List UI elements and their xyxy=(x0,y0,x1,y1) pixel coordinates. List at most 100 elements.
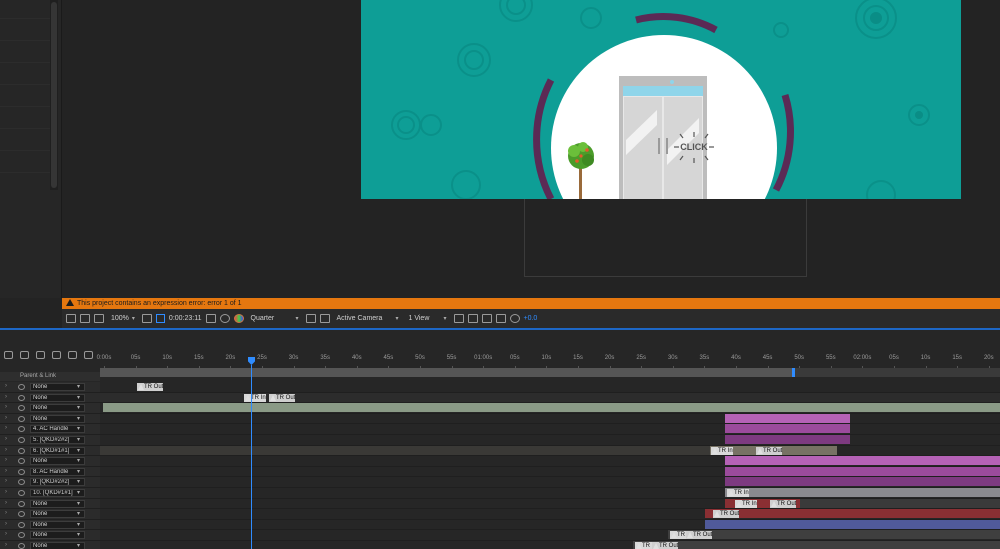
reset-exposure-icon[interactable] xyxy=(509,314,520,323)
work-area-range[interactable] xyxy=(100,368,795,377)
show-snapshot-icon[interactable] xyxy=(219,314,230,323)
layer-row[interactable]: › None ▾ xyxy=(0,413,1000,425)
layer-row[interactable]: TR Out › None ▾ xyxy=(0,382,1000,393)
layer-duration-bar[interactable] xyxy=(725,456,1000,466)
flowchart-icon[interactable] xyxy=(495,314,506,323)
marker-tr-out[interactable]: TR Out xyxy=(770,499,797,508)
twirl-icon[interactable]: › xyxy=(5,394,7,400)
visibility-eye-icon[interactable] xyxy=(18,437,25,443)
twirl-icon[interactable]: › xyxy=(5,436,7,442)
transparency-grid-icon[interactable] xyxy=(319,314,330,323)
resolution-dropdown[interactable]: Quarter ▾ xyxy=(248,312,302,325)
search-layer-icon[interactable] xyxy=(4,351,13,359)
layer-row[interactable]: › None ▾ xyxy=(0,403,1000,414)
work-area-end-handle[interactable] xyxy=(792,368,795,377)
fit-frame-icon[interactable] xyxy=(141,314,152,323)
layer-duration-bar[interactable] xyxy=(705,509,1000,519)
view-layout-dropdown[interactable]: 1 View ▾ xyxy=(406,312,450,325)
twirl-icon[interactable]: › xyxy=(5,521,7,527)
marker-tr-in[interactable]: TR In xyxy=(735,499,757,508)
marker-tr-out[interactable]: TR Out xyxy=(686,531,713,540)
work-area-bar[interactable] xyxy=(100,368,1000,377)
layer-row[interactable]: TR Out › None ▾ xyxy=(0,509,1000,520)
visibility-eye-icon[interactable] xyxy=(18,447,25,454)
layer-duration-bar[interactable] xyxy=(668,530,1000,540)
visibility-eye-icon[interactable] xyxy=(18,500,25,507)
composition-viewer[interactable]: CLICK xyxy=(62,0,1000,298)
visibility-eye-icon[interactable] xyxy=(18,479,25,486)
twirl-icon[interactable]: › xyxy=(5,542,7,548)
layer-row[interactable]: TR In › 10. [QKD#1#1] ▾ xyxy=(0,488,1000,499)
marker-tr-out[interactable]: TR Out xyxy=(713,510,740,519)
marker-tr-in[interactable]: TR In xyxy=(244,393,266,402)
visibility-eye-icon[interactable] xyxy=(18,521,25,528)
marker-tr-in[interactable]: TR In xyxy=(711,446,733,455)
twirl-icon[interactable]: › xyxy=(5,404,7,410)
layer-duration-bar[interactable] xyxy=(725,477,1000,487)
layer-row[interactable]: › None ▾ xyxy=(0,456,1000,467)
exposure-value[interactable]: +0.0 xyxy=(524,315,538,322)
layer-row[interactable]: › None ▾ xyxy=(0,519,1000,531)
visibility-eye-icon[interactable] xyxy=(18,426,25,433)
snapshot-camera-icon[interactable] xyxy=(205,314,216,323)
marker-tr-out[interactable]: TR Out xyxy=(137,383,164,391)
marker-tr-out[interactable]: TR Out xyxy=(756,446,783,455)
frame-blending-icon[interactable] xyxy=(68,351,77,359)
visibility-eye-icon[interactable] xyxy=(18,415,25,422)
toggle-pixel-aspect-icon[interactable] xyxy=(453,314,464,323)
layer-row[interactable]: › 9. [QKD#2#2] ▾ xyxy=(0,477,1000,488)
visibility-eye-icon[interactable] xyxy=(18,543,25,549)
marker-tr-in[interactable]: TR In xyxy=(727,489,749,497)
layer-row[interactable]: › 8. AC Handle ▾ xyxy=(0,466,1000,478)
graph-editor-icon[interactable] xyxy=(84,351,93,359)
layer-duration-bar[interactable] xyxy=(725,435,850,444)
layer-row[interactable]: › 5. [QKD#2#2] ▾ xyxy=(0,435,1000,446)
layer-duration-bar[interactable] xyxy=(800,498,1000,508)
visibility-eye-icon[interactable] xyxy=(18,394,25,401)
visibility-eye-icon[interactable] xyxy=(18,511,25,518)
layer-row[interactable]: TR In TR Out › None ▾ xyxy=(0,498,1000,510)
layer-duration-bar[interactable] xyxy=(633,541,1000,549)
scrollbar-thumb[interactable] xyxy=(51,2,57,188)
twirl-icon[interactable]: › xyxy=(5,457,7,463)
fast-previews-icon[interactable] xyxy=(467,314,478,323)
visibility-eye-icon[interactable] xyxy=(18,405,25,412)
layer-duration-bar[interactable] xyxy=(725,466,1000,476)
composition-frame[interactable]: CLICK xyxy=(361,0,961,199)
always-preview-icon[interactable] xyxy=(66,314,76,323)
visibility-eye-icon[interactable] xyxy=(18,458,25,465)
draft-3d-icon[interactable] xyxy=(36,351,45,359)
layer-duration-bar[interactable] xyxy=(100,392,1000,402)
layer-duration-bar[interactable] xyxy=(103,403,1000,413)
project-scrollbar[interactable] xyxy=(50,0,58,190)
region-of-interest-icon[interactable] xyxy=(305,314,316,323)
layer-duration-bar[interactable] xyxy=(725,413,850,423)
twirl-icon[interactable]: › xyxy=(5,415,7,421)
zoom-dropdown[interactable]: 100% ▾ xyxy=(108,312,138,325)
toggle-mask-icon[interactable] xyxy=(155,314,165,323)
twirl-icon[interactable]: › xyxy=(5,510,7,516)
twirl-icon[interactable]: › xyxy=(5,468,7,474)
vr-goggles-icon[interactable] xyxy=(94,314,104,323)
current-time-indicator[interactable] xyxy=(251,365,252,549)
twirl-icon[interactable]: › xyxy=(5,383,7,389)
shy-layers-icon[interactable] xyxy=(52,351,61,359)
layer-duration-bar[interactable] xyxy=(725,488,1000,497)
layer-row[interactable]: TR In TR Out › None ▾ xyxy=(0,530,1000,541)
layer-row[interactable]: TR In TR Out › None ▾ xyxy=(0,541,1000,549)
layer-row[interactable]: TR In TR Out › None ▾ xyxy=(0,392,1000,404)
time-ruler[interactable]: 0:00s 05s 10s 15s 20s 25s 30s 35s 40s 45s 50s 55s 01… xyxy=(97,348,1000,370)
twirl-icon[interactable]: › xyxy=(5,478,7,484)
twirl-icon[interactable]: › xyxy=(5,531,7,537)
current-timecode[interactable]: 0:00:23:11 xyxy=(169,315,202,322)
comp-mini-flowchart-icon[interactable] xyxy=(20,351,29,359)
marker-tr-out[interactable]: TR Out xyxy=(269,393,296,402)
layer-duration-bar[interactable] xyxy=(725,424,850,434)
visibility-eye-icon[interactable] xyxy=(18,468,25,475)
twirl-icon[interactable]: › xyxy=(5,425,7,431)
visibility-eye-icon[interactable] xyxy=(18,490,25,496)
visibility-eye-icon[interactable] xyxy=(18,384,25,390)
camera-dropdown[interactable]: Active Camera ▾ xyxy=(334,312,402,325)
expression-error-bar[interactable]: This project contains an expression erro… xyxy=(62,298,1000,309)
twirl-icon[interactable]: › xyxy=(5,447,7,453)
